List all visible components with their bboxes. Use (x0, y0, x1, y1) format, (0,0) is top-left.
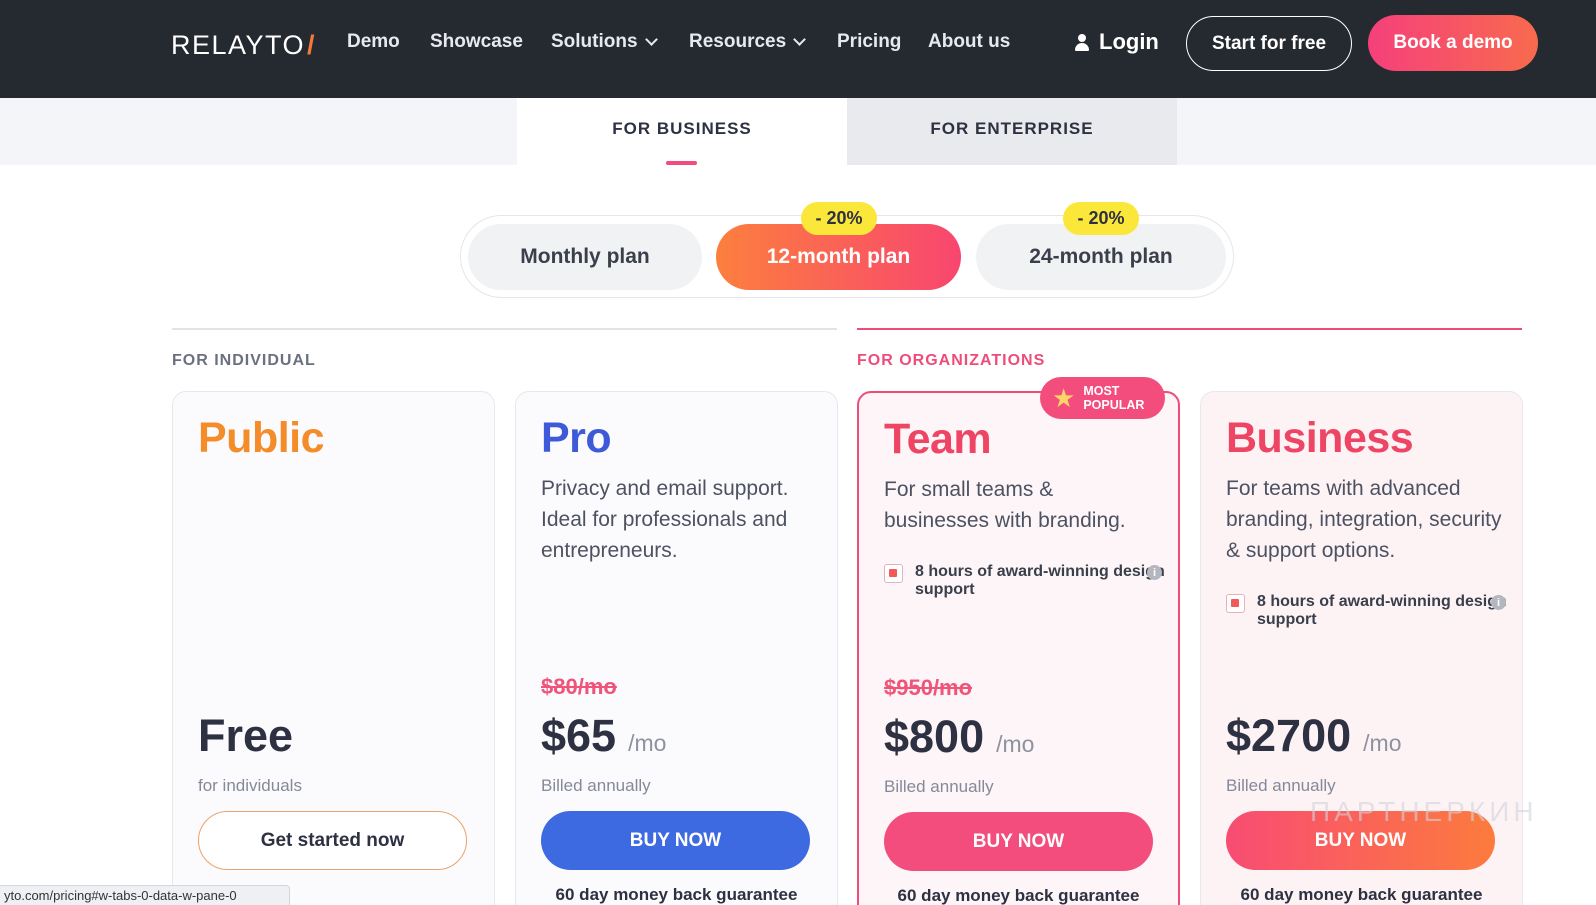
billing-note: Billed annually (884, 777, 994, 796)
price-period: /mo (996, 731, 1035, 757)
nav-pricing[interactable]: Pricing (837, 31, 901, 53)
get-started-button[interactable]: Get started now (198, 811, 467, 870)
plan-name: Public (198, 414, 325, 462)
billing-note: for individuals (198, 776, 302, 795)
price-period: /mo (628, 730, 667, 756)
section-for-organizations: FOR ORGANIZATIONS (857, 352, 1046, 369)
nav-solutions-label: Solutions (551, 31, 638, 52)
most-popular-label: MOST POPULAR (1083, 384, 1144, 412)
relayto-logo[interactable]: RELAYTO/ (171, 30, 316, 61)
plan-name: Business (1226, 414, 1414, 462)
plan-price: $800/mo (884, 711, 1034, 763)
discount-badge-24: - 20% (1063, 202, 1139, 235)
logo-slash: / (307, 30, 317, 60)
login-label: Login (1099, 29, 1159, 54)
monthly-plan-button[interactable]: Monthly plan (468, 224, 702, 290)
plan-card-team: Team For small teams & businesses with b… (857, 391, 1180, 905)
nav-showcase[interactable]: Showcase (430, 31, 523, 53)
plan-price: Free (198, 710, 293, 762)
nav-demo-label: Demo (347, 31, 400, 52)
price-value: $2700 (1226, 710, 1352, 761)
buy-now-button[interactable]: BUY NOW (541, 811, 810, 870)
billing-note: Billed annually (1226, 776, 1336, 795)
individual-divider (172, 328, 837, 330)
plan-name: Pro (541, 414, 612, 462)
nav-resources-label: Resources (689, 31, 787, 52)
discount-badge-12: - 20% (801, 202, 877, 235)
nav-about-label: About us (928, 31, 1011, 52)
login-link[interactable]: Login (1075, 29, 1159, 55)
old-price: $80/mo (541, 674, 617, 699)
nav-solutions[interactable]: Solutions (551, 31, 658, 53)
feature-design-support: 8 hours of award-winning design support (1226, 593, 1511, 629)
star-icon: ★ (1052, 383, 1076, 413)
guarantee-text: 60 day money back guarantee (555, 885, 798, 904)
organizations-divider (857, 328, 1522, 330)
nav-demo[interactable]: Demo (347, 31, 400, 53)
price-value: $800 (884, 711, 985, 762)
feature-label: 8 hours of award-winning design support (1257, 593, 1507, 628)
checkbox-icon (1226, 594, 1245, 613)
watermark: ПАРТНЕРКИН (1310, 796, 1538, 827)
plan-card-pro: Pro Privacy and email support. Ideal for… (515, 391, 838, 905)
plan-description: For teams with advanced branding, integr… (1226, 477, 1502, 562)
tab-for-enterprise[interactable]: FOR ENTERPRISE (847, 98, 1177, 165)
active-tab-indicator (666, 161, 697, 165)
price-value: $65 (541, 710, 617, 761)
nav-resources[interactable]: Resources (689, 31, 807, 53)
plan-name: Team (884, 415, 992, 463)
nav-pricing-label: Pricing (837, 31, 902, 52)
guarantee-text: 60 day money back guarantee (897, 886, 1140, 905)
book-demo-button[interactable]: Book a demo (1368, 15, 1538, 71)
chevron-down-icon (793, 33, 807, 46)
info-icon[interactable]: i (1491, 595, 1506, 610)
status-bar-url: yto.com/pricing#w-tabs-0-data-w-pane-0 (0, 885, 290, 905)
top-nav: RELAYTO/ Demo Showcase Solutions Resourc… (0, 0, 1596, 98)
buy-now-button[interactable]: BUY NOW (884, 812, 1153, 871)
logo-text: RELAYTO (171, 30, 306, 60)
info-icon[interactable]: i (1147, 565, 1162, 580)
user-icon (1075, 33, 1089, 51)
start-free-button[interactable]: Start for free (1186, 16, 1352, 71)
price-value: Free (198, 710, 294, 761)
badge-line-2: POPULAR (1083, 398, 1145, 412)
price-period: /mo (1363, 730, 1402, 756)
old-price: $950/mo (884, 675, 973, 700)
checkbox-icon (884, 564, 903, 583)
guarantee-text: 60 day money back guarantee (1240, 885, 1483, 904)
plan-price: $65/mo (541, 710, 666, 762)
badge-line-1: MOST (1083, 384, 1120, 398)
plan-description: Privacy and email support. Ideal for pro… (541, 477, 789, 562)
billing-note: Billed annually (541, 776, 651, 795)
section-for-individual: FOR INDIVIDUAL (172, 352, 316, 369)
feature-label: 8 hours of award-winning design support (915, 563, 1165, 598)
nav-showcase-label: Showcase (430, 31, 523, 52)
nav-about[interactable]: About us (928, 31, 1010, 53)
chevron-down-icon (644, 33, 658, 46)
plan-card-public: Public Free for individuals Get started … (172, 391, 495, 905)
plan-description: For small teams & businesses with brandi… (884, 478, 1126, 532)
plan-price: $2700/mo (1226, 710, 1401, 762)
most-popular-badge: ★ MOST POPULAR (1040, 377, 1165, 419)
feature-design-support: 8 hours of award-winning design support (884, 563, 1169, 599)
tab-for-business[interactable]: FOR BUSINESS (517, 98, 847, 168)
